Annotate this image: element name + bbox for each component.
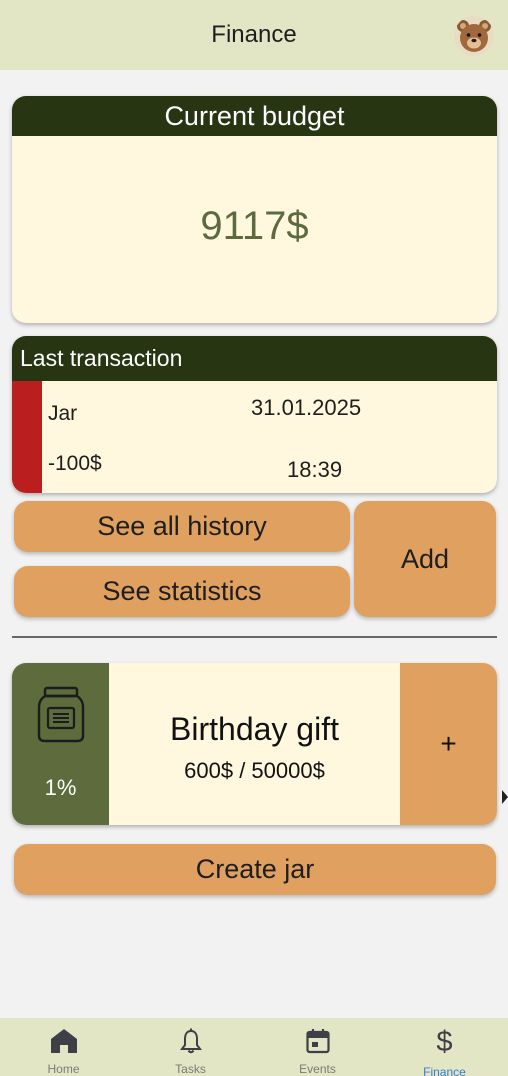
budget-card: Current budget 9117$ bbox=[12, 96, 497, 323]
plus-icon: + bbox=[440, 728, 457, 759]
see-statistics-label: See statistics bbox=[102, 576, 262, 606]
section-divider bbox=[12, 636, 497, 638]
budget-title: Current budget bbox=[164, 100, 345, 131]
transaction-date: 31.01.2025 bbox=[251, 395, 362, 420]
see-all-history-button[interactable]: See all history bbox=[14, 501, 350, 552]
home-icon bbox=[49, 1027, 79, 1054]
jar-name: Birthday gift bbox=[170, 711, 339, 747]
nav-item-home[interactable]: Home bbox=[0, 1018, 127, 1076]
transaction-amount: -100$ bbox=[48, 452, 102, 475]
budget-amount: 9117$ bbox=[200, 204, 309, 248]
create-jar-label: Create jar bbox=[195, 854, 315, 884]
top-app-bar: Finance bbox=[0, 0, 508, 70]
add-label: Add bbox=[400, 543, 450, 574]
nav-label-finance: Finance bbox=[423, 1065, 466, 1076]
transaction-time: 18:39 bbox=[287, 457, 343, 482]
jar-icon bbox=[37, 686, 85, 743]
jar-progress-percent: 1% bbox=[44, 775, 77, 800]
bell-icon bbox=[176, 1027, 206, 1054]
transaction-name: Jar bbox=[48, 402, 78, 425]
bear-avatar-icon[interactable] bbox=[454, 16, 494, 56]
calendar-icon bbox=[303, 1027, 333, 1054]
nav-item-events[interactable]: Events bbox=[254, 1018, 381, 1076]
last-transaction-header: Last transaction bbox=[12, 336, 497, 381]
scroll-edge-icon bbox=[502, 790, 508, 804]
see-statistics-button[interactable]: See statistics bbox=[14, 566, 350, 617]
last-transaction-title: Last transaction bbox=[20, 345, 183, 371]
budget-card-header: Current budget bbox=[12, 96, 497, 136]
bottom-navigation: Home Tasks Events $ Finance bbox=[0, 1018, 508, 1076]
jar-add-button[interactable]: + bbox=[400, 663, 497, 825]
nav-label-home: Home bbox=[47, 1062, 80, 1076]
add-transaction-button[interactable]: Add bbox=[354, 501, 496, 617]
nav-item-finance[interactable]: $ Finance bbox=[381, 1018, 508, 1076]
page-title: Finance bbox=[211, 21, 297, 48]
jar-progress-panel: 1% bbox=[12, 663, 109, 825]
jar-amount: 600$ / 50000$ bbox=[184, 758, 325, 783]
last-transaction-card[interactable]: Last transaction Jar -100$ 31.01.2025 18… bbox=[12, 336, 497, 493]
nav-label-tasks: Tasks bbox=[175, 1062, 206, 1076]
nav-item-tasks[interactable]: Tasks bbox=[127, 1018, 254, 1076]
transaction-type-indicator bbox=[12, 381, 42, 493]
create-jar-button[interactable]: Create jar bbox=[14, 844, 496, 895]
see-all-history-label: See all history bbox=[97, 511, 267, 541]
nav-label-events: Events bbox=[299, 1062, 336, 1076]
jar-card[interactable]: 1% Birthday gift 600$ / 50000$ + bbox=[12, 663, 497, 825]
dollar-icon: $ bbox=[436, 1025, 453, 1058]
